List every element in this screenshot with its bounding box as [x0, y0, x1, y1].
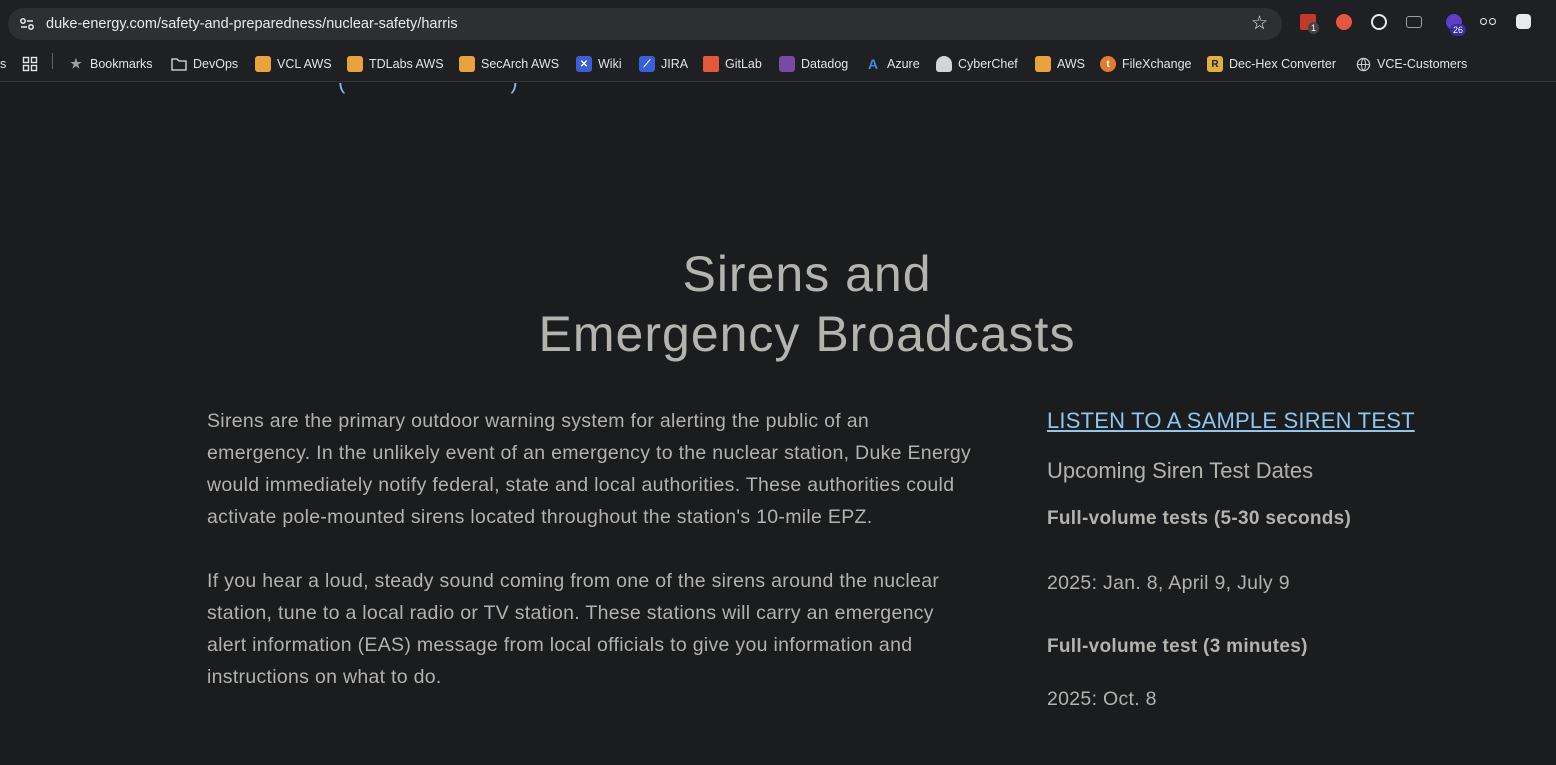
bookmark-tdlabs-aws[interactable]: TDLabs AWS: [347, 53, 444, 75]
azure-icon: A: [867, 56, 879, 72]
extension-gamepad-icon[interactable]: [1406, 14, 1424, 32]
sirens-paragraph: Sirens are the primary outdoor warning s…: [207, 410, 972, 528]
bookmark-vcl-aws[interactable]: VCL AWS: [255, 53, 332, 75]
extension-badge: 1: [1308, 22, 1320, 34]
address-bar[interactable]: duke-energy.com/safety-and-preparedness/…: [8, 8, 1282, 40]
broadcast-paragraph: If you hear a loud, steady sound coming …: [207, 570, 940, 688]
aws-cube-icon: [1035, 56, 1051, 72]
bookmark-wiki[interactable]: ✕ Wiki: [576, 53, 622, 75]
siren-test-sidebar: LISTEN TO A SAMPLE SIREN TEST Upcoming S…: [1047, 405, 1527, 713]
filexchange-icon: t: [1100, 56, 1116, 72]
bookmark-star-icon[interactable]: ☆: [1251, 13, 1268, 35]
bookmarks-bar: s ★ Bookmarks DevOps VCL AWS TDLabs AWS …: [0, 46, 1556, 82]
bookmark-gitlab[interactable]: GitLab: [703, 53, 762, 75]
bookmark-bookmarks[interactable]: ★ Bookmarks: [68, 53, 152, 75]
r-icon: R: [1207, 56, 1223, 72]
bookmark-cyberchef[interactable]: CyberChef: [936, 53, 1018, 75]
bookmarks-separator: [52, 53, 53, 69]
bookmark-secarch-aws[interactable]: SecArch AWS: [459, 53, 559, 75]
main-column: Sirens are the primary outdoor warning s…: [207, 405, 977, 725]
upcoming-dates-heading: Upcoming Siren Test Dates: [1047, 458, 1314, 483]
page-content: ( ) Sirens and Emergency Broadcasts Sire…: [0, 83, 1556, 765]
extensions-puzzle-icon[interactable]: [1516, 14, 1534, 32]
bookmark-azure[interactable]: A Azure: [865, 53, 920, 75]
site-info-icon[interactable]: [18, 15, 36, 33]
jira-icon: ⟋: [639, 56, 655, 72]
aws-cube-icon: [459, 56, 475, 72]
bookmark-jira[interactable]: ⟋ JIRA: [639, 53, 688, 75]
page-title-line-2: Emergency Broadcasts: [538, 306, 1076, 362]
globe-icon: [1355, 56, 1371, 72]
bookmark-dec-hex-converter[interactable]: R Dec-Hex Converter: [1207, 53, 1336, 75]
cutoff-link-fragment: ( ): [338, 83, 518, 95]
apps-grid-icon[interactable]: [22, 53, 38, 75]
datadog-icon: [779, 56, 795, 72]
test1-dates: 2025: Jan. 8, April 9, July 9: [1047, 572, 1290, 594]
bookmark-datadog[interactable]: Datadog: [779, 53, 848, 75]
aws-cube-icon: [347, 56, 363, 72]
extension-purple-icon[interactable]: 26: [1446, 14, 1467, 36]
extension-hand-icon[interactable]: [1336, 14, 1354, 32]
aws-cube-icon: [255, 56, 271, 72]
bookmark-devops[interactable]: DevOps: [171, 53, 238, 75]
chef-hat-icon: [936, 56, 952, 72]
bookmark-filexchange[interactable]: t FileXchange: [1100, 53, 1192, 75]
star-icon: ★: [70, 56, 82, 71]
grammarly-icon[interactable]: [1371, 14, 1389, 32]
page-title-line-1: Sirens and: [682, 246, 932, 302]
test2-dates: 2025: Oct. 8: [1047, 688, 1157, 710]
url-text[interactable]: duke-energy.com/safety-and-preparedness/…: [46, 15, 458, 33]
confluence-icon: ✕: [576, 56, 592, 72]
folder-icon: [171, 56, 187, 72]
listen-sample-siren-link[interactable]: LISTEN TO A SAMPLE SIREN TEST: [1047, 405, 1415, 437]
extension-eyes-icon[interactable]: [1480, 14, 1498, 32]
page-title: Sirens and Emergency Broadcasts: [0, 244, 1556, 364]
test2-heading: Full-volume test (3 minutes): [1047, 636, 1308, 657]
extension-badge: 26: [1450, 24, 1467, 36]
bookmark-vce-customers[interactable]: VCE-Customers: [1355, 53, 1467, 75]
browser-toolbar: duke-energy.com/safety-and-preparedness/…: [0, 0, 1556, 46]
gitlab-icon: [703, 56, 719, 72]
bookmark-cutoff-fragment[interactable]: s: [0, 53, 6, 75]
bookmark-aws[interactable]: AWS: [1035, 53, 1085, 75]
test1-heading: Full-volume tests (5-30 seconds): [1047, 508, 1352, 529]
extension-red-icon[interactable]: 1: [1300, 14, 1320, 34]
